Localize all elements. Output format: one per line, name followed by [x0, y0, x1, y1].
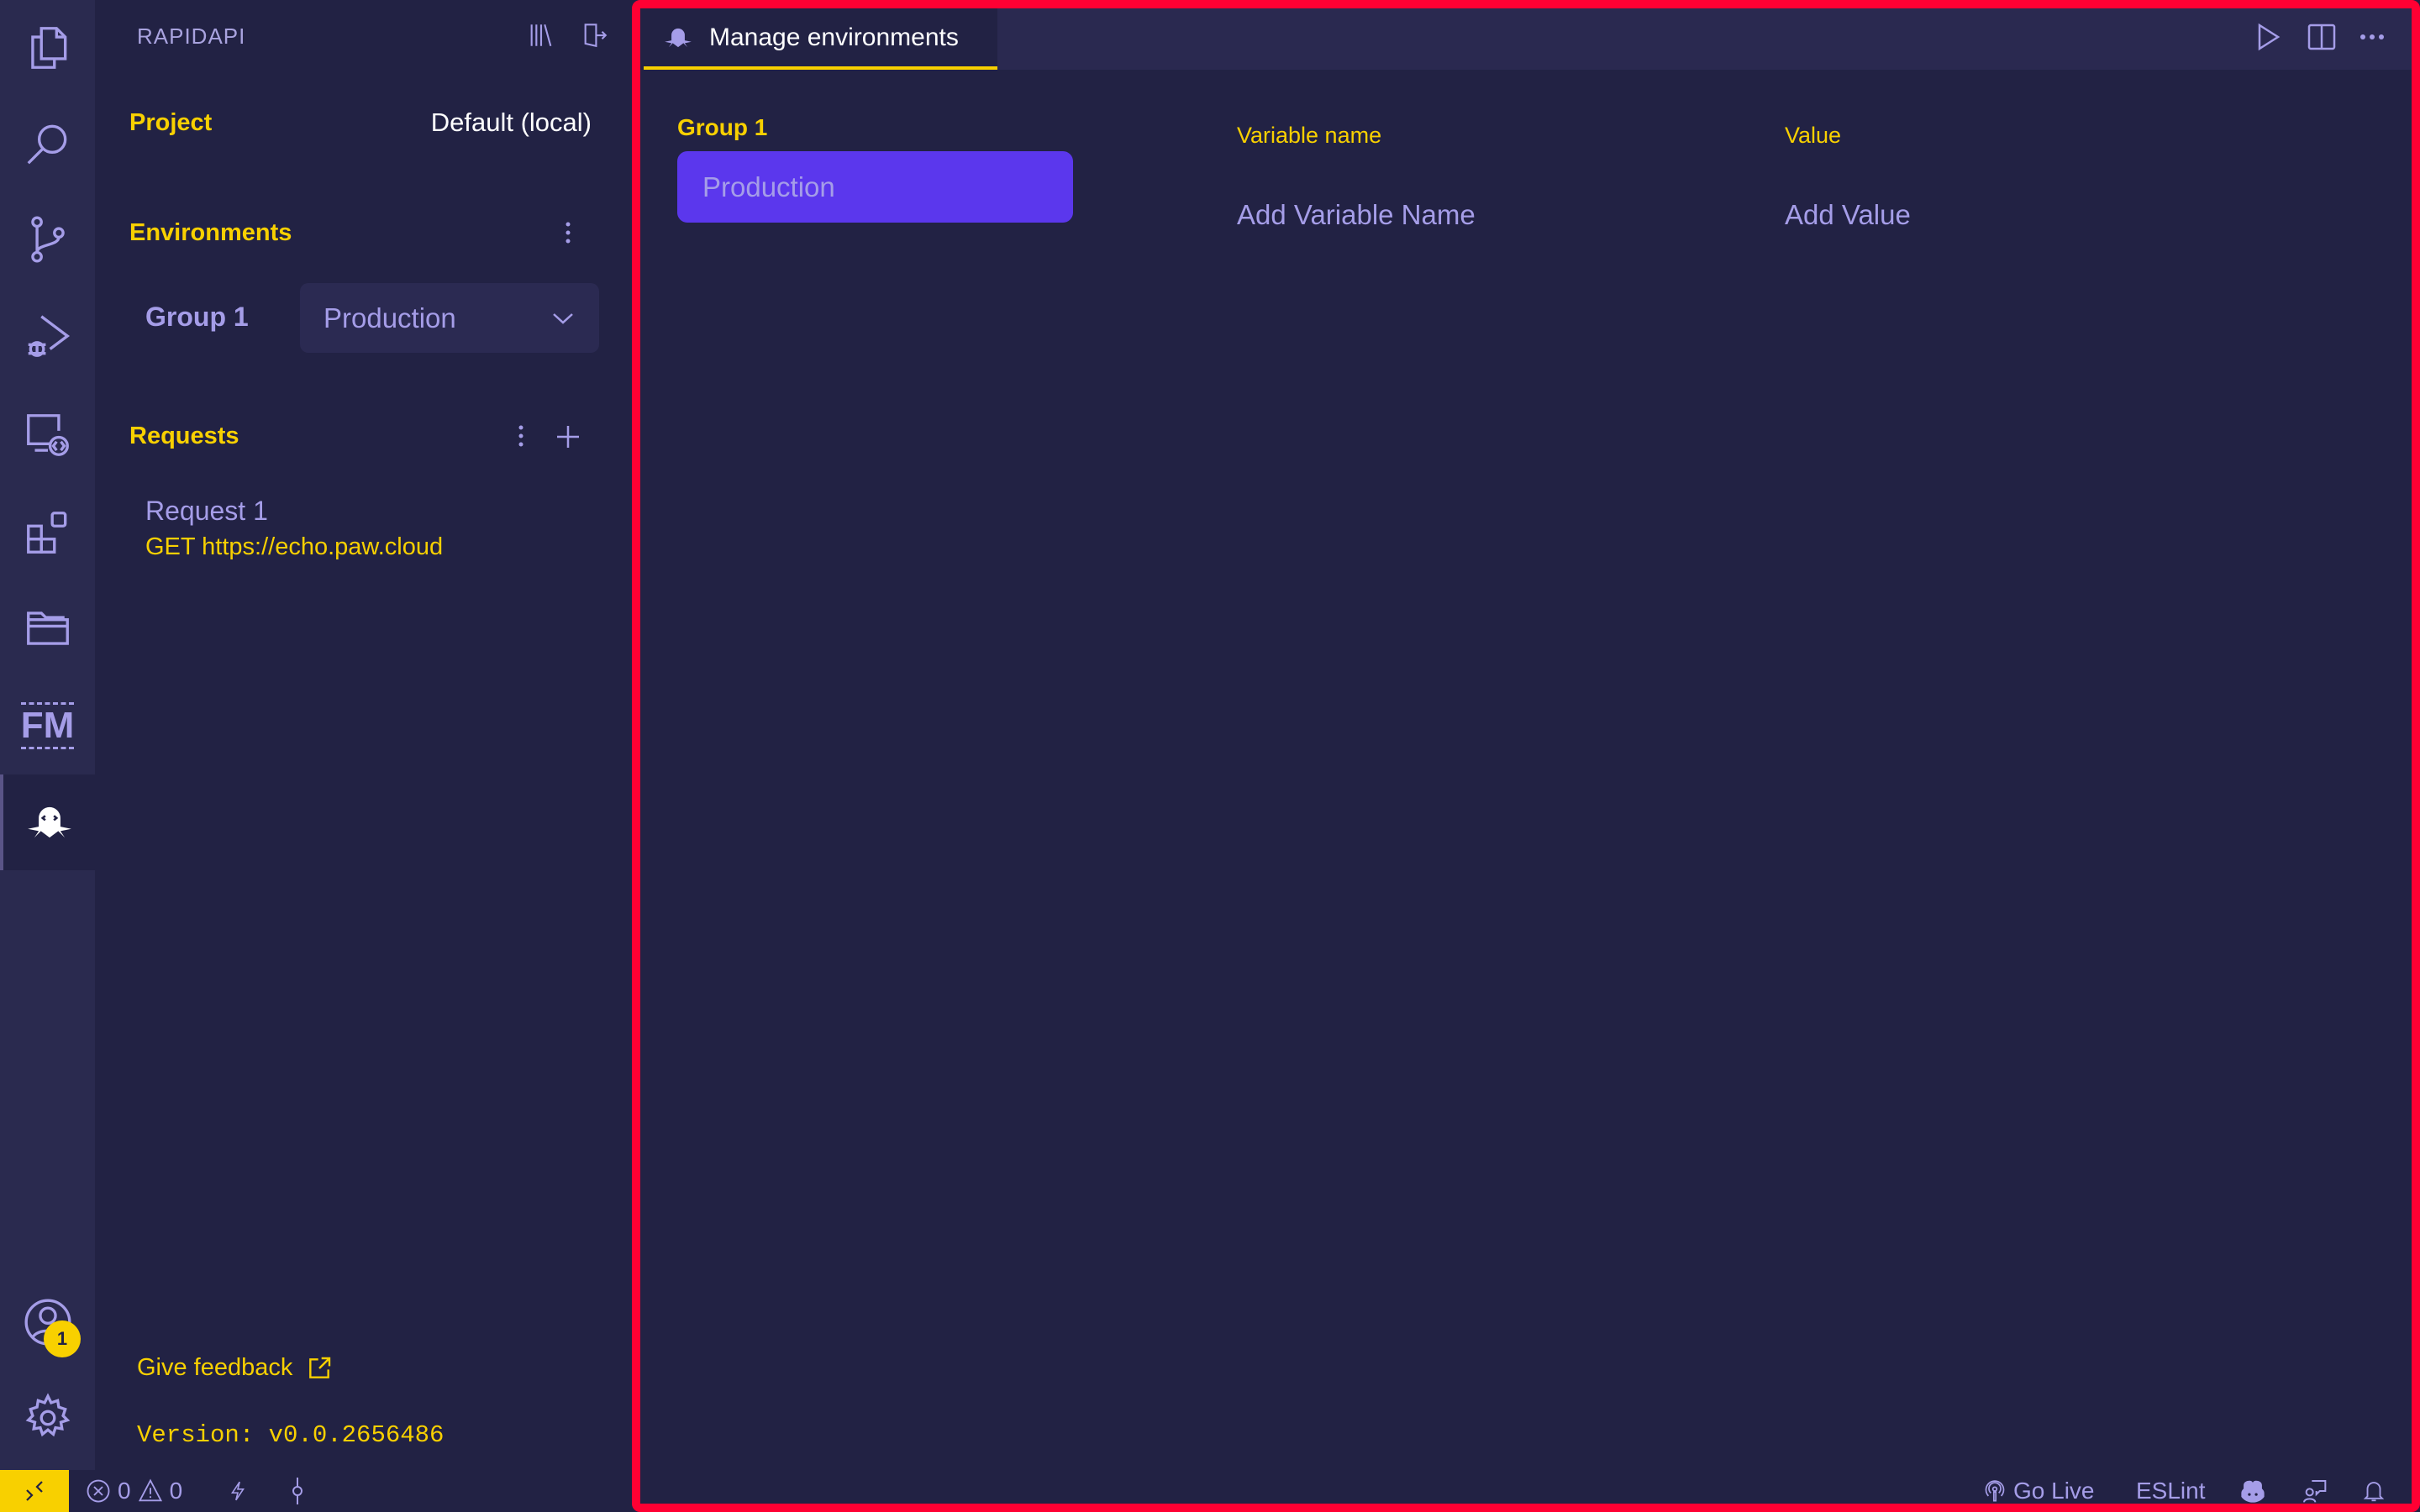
rapidapi-octopus-icon	[665, 28, 692, 47]
run-button[interactable]	[2250, 18, 2287, 55]
environment-select-value: Production	[324, 302, 456, 333]
add-request-button[interactable]	[551, 420, 585, 454]
error-count: 0	[118, 1478, 131, 1504]
feedback-button[interactable]	[2301, 1470, 2328, 1512]
external-link-icon	[309, 1357, 331, 1378]
notifications-button[interactable]	[2361, 1470, 2386, 1512]
plus-icon	[557, 426, 579, 448]
eslint-label: ESLint	[2136, 1478, 2206, 1504]
go-live-button[interactable]: Go Live	[1983, 1470, 2095, 1512]
env-group-label: Group 1	[677, 114, 768, 140]
split-editor-icon	[2307, 24, 2336, 50]
chevron-down-icon	[553, 312, 573, 324]
activity-run-debug[interactable]	[0, 288, 95, 384]
version-label: Version: v0.0.2656486	[137, 1421, 445, 1449]
request-list-item[interactable]: Request 1 GET https://echo.paw.cloud	[145, 496, 582, 561]
source-control-icon	[30, 216, 65, 263]
go-live-label: Go Live	[2013, 1478, 2095, 1504]
project-label: Project	[129, 109, 213, 136]
activity-bar: FM	[0, 0, 95, 1470]
tab-title: Manage environments	[709, 23, 959, 51]
play-icon	[2258, 23, 2281, 51]
requests-label: Requests	[129, 423, 239, 449]
activity-rapidapi[interactable]	[0, 774, 95, 870]
error-icon	[87, 1479, 110, 1503]
warning-icon	[138, 1478, 162, 1502]
search-icon	[27, 124, 66, 165]
lightning-icon	[230, 1481, 245, 1501]
library-icon	[530, 24, 552, 47]
activity-source-control[interactable]	[0, 192, 95, 287]
feedback-person-icon	[2303, 1480, 2327, 1503]
environments-label: Environments	[129, 219, 292, 246]
files-icon	[30, 27, 66, 69]
activity-extensions[interactable]	[0, 485, 95, 580]
give-feedback-link[interactable]: Give feedback	[137, 1354, 333, 1382]
kebab-icon	[518, 425, 523, 447]
warning-count: 0	[169, 1478, 183, 1504]
folders-icon	[26, 612, 69, 645]
library-button[interactable]	[523, 18, 560, 52]
value-header: Value	[1785, 123, 1842, 148]
bell-icon	[2363, 1482, 2385, 1502]
fm-icon: FM	[20, 702, 75, 749]
project-value[interactable]: Default (local)	[420, 108, 592, 138]
request-method-url: GET https://echo.paw.cloud	[145, 533, 444, 560]
variable-name-header: Variable name	[1237, 123, 1382, 148]
split-editor-button[interactable]	[2303, 18, 2340, 55]
run-debug-icon	[28, 315, 70, 357]
copilot-icon	[2241, 1480, 2265, 1503]
environment-select[interactable]: Production	[300, 283, 599, 353]
rapidapi-octopus-icon	[27, 806, 71, 838]
sign-out-icon	[584, 24, 608, 48]
group-label: Group 1	[145, 302, 249, 332]
commit-button[interactable]	[287, 1470, 308, 1512]
more-icon	[2360, 34, 2384, 39]
kebab-icon	[566, 222, 571, 244]
tab-manage-environments[interactable]: Manage environments	[644, 8, 997, 70]
gear-icon	[25, 1393, 70, 1437]
lightning-button[interactable]	[227, 1470, 249, 1512]
activity-fm[interactable]: FM	[0, 678, 95, 774]
activity-manage[interactable]	[0, 1370, 95, 1466]
broadcast-icon	[1985, 1480, 2005, 1502]
extensions-icon	[26, 512, 66, 554]
remote-explorer-icon	[26, 414, 69, 456]
variable-name-input[interactable]	[1237, 195, 1741, 235]
request-name: Request 1	[145, 496, 268, 526]
variable-value-input[interactable]	[1785, 195, 2289, 235]
sign-out-button[interactable]	[576, 18, 613, 52]
sidebar-title: RAPIDAPI	[137, 24, 246, 49]
requests-more-button[interactable]	[508, 420, 534, 452]
remote-indicator-button[interactable]	[0, 1470, 69, 1512]
copilot-button[interactable]	[2238, 1470, 2267, 1512]
activity-accounts[interactable]	[0, 1274, 95, 1370]
activity-project-manager[interactable]	[0, 580, 95, 676]
activity-remote-explorer[interactable]	[0, 387, 95, 483]
eslint-button[interactable]: ESLint	[2136, 1470, 2206, 1512]
environments-more-button[interactable]	[555, 217, 581, 249]
git-commit-icon	[292, 1478, 302, 1504]
give-feedback-label: Give feedback	[137, 1354, 293, 1381]
activity-explorer[interactable]	[0, 0, 95, 96]
accounts-badge: 1	[44, 1320, 81, 1357]
environment-item-production[interactable]: Production	[677, 151, 1073, 223]
activity-search[interactable]	[0, 96, 95, 192]
more-actions-button[interactable]	[2354, 18, 2391, 55]
problems-button[interactable]: 0 0	[86, 1470, 182, 1512]
remote-icon	[26, 1481, 43, 1501]
